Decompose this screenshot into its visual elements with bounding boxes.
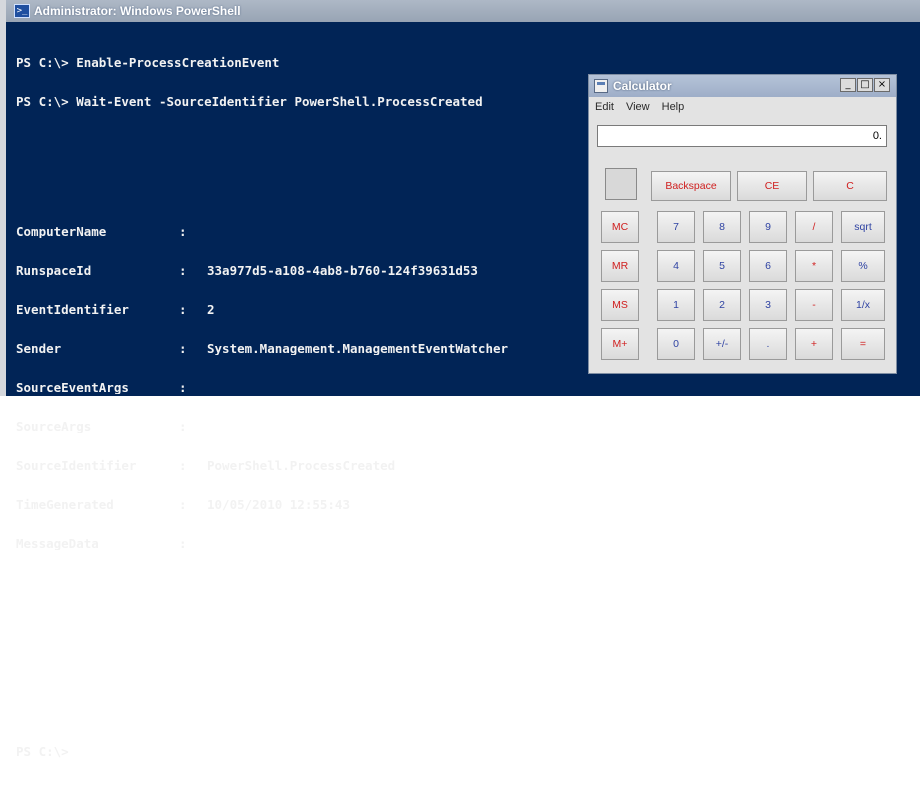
menu-view[interactable]: View <box>626 101 650 113</box>
property-separator: : <box>179 302 187 317</box>
digit-4-button[interactable]: 4 <box>657 250 695 282</box>
backspace-button[interactable]: Backspace <box>651 171 731 201</box>
equals-button[interactable]: = <box>841 328 885 360</box>
property-separator: : <box>179 341 187 356</box>
event-property-row: Sender : System.Management.ManagementEve… <box>16 342 596 355</box>
property-name: ComputerName <box>16 225 107 238</box>
property-value: System.Management.ManagementEventWatcher <box>207 342 509 355</box>
property-value: PowerShell.ProcessCreated <box>207 459 396 472</box>
percent-button[interactable]: % <box>841 250 885 282</box>
digit-8-button[interactable]: 8 <box>703 211 741 243</box>
digit-1-button[interactable]: 1 <box>657 289 695 321</box>
multiply-button[interactable]: * <box>795 250 833 282</box>
property-name: RunspaceId <box>16 264 92 277</box>
property-name: MessageData <box>16 537 99 550</box>
window-controls: _ □ × <box>839 78 890 92</box>
event-property-row: MessageData : <box>16 537 596 550</box>
calculator-display[interactable]: 0. <box>597 125 887 147</box>
property-name: TimeGenerated <box>16 498 114 511</box>
memory-recall-button[interactable]: MR <box>601 250 639 282</box>
property-value <box>207 537 596 550</box>
property-separator: : <box>179 497 187 512</box>
digit-2-button[interactable]: 2 <box>703 289 741 321</box>
command-line-1: PS C:\> Enable-ProcessCreationEvent <box>16 55 280 70</box>
decimal-point-button[interactable]: . <box>749 328 787 360</box>
powershell-titlebar[interactable]: >_ Administrator: Windows PowerShell <box>6 0 920 22</box>
property-separator: : <box>179 224 187 239</box>
close-button[interactable]: × <box>874 78 890 92</box>
property-value: 2 <box>207 303 215 316</box>
menu-edit[interactable]: Edit <box>595 101 614 113</box>
digit-5-button[interactable]: 5 <box>703 250 741 282</box>
event-property-row: SourceArgs : <box>16 420 596 433</box>
property-value <box>207 420 596 433</box>
digit-3-button[interactable]: 3 <box>749 289 787 321</box>
event-property-row: SourceIdentifier : PowerShell.ProcessCre… <box>16 459 596 472</box>
digit-6-button[interactable]: 6 <box>749 250 787 282</box>
sign-toggle-button[interactable]: +/- <box>703 328 741 360</box>
window-title: Administrator: Windows PowerShell <box>34 4 241 18</box>
property-separator: : <box>179 458 187 473</box>
property-separator: : <box>179 419 187 434</box>
event-property-row: RunspaceId : 33a977d5-a108-4ab8-b760-124… <box>16 264 596 277</box>
digit-9-button[interactable]: 9 <box>749 211 787 243</box>
property-name: SourceArgs <box>16 420 92 433</box>
calculator-window[interactable]: Calculator _ □ × Edit View Help 0. Backs… <box>588 74 897 374</box>
property-value <box>207 225 596 238</box>
calculator-icon <box>594 79 608 93</box>
clear-entry-button[interactable]: CE <box>737 171 807 201</box>
property-name: SourceEventArgs <box>16 381 129 394</box>
property-value <box>207 381 596 394</box>
calculator-titlebar[interactable]: Calculator _ □ × <box>589 75 896 97</box>
event-property-row: SourceEventArgs : <box>16 381 596 394</box>
divide-button[interactable]: / <box>795 211 833 243</box>
subtract-button[interactable]: - <box>795 289 833 321</box>
property-name: Sender <box>16 342 62 355</box>
calculator-menu-bar: Edit View Help <box>589 97 896 117</box>
event-property-row: ComputerName : <box>16 225 596 238</box>
menu-help[interactable]: Help <box>662 101 685 113</box>
property-name: EventIdentifier <box>16 303 129 316</box>
property-separator: : <box>179 263 187 278</box>
calculator-title: Calculator <box>613 79 672 93</box>
memory-clear-button[interactable]: MC <box>601 211 639 243</box>
clear-button[interactable]: C <box>813 171 887 201</box>
memory-store-button[interactable]: MS <box>601 289 639 321</box>
event-property-row: TimeGenerated : 10/05/2010 12:55:43 <box>16 498 596 511</box>
property-value: 10/05/2010 12:55:43 <box>207 498 350 511</box>
property-separator: : <box>179 380 187 395</box>
memory-indicator <box>605 168 637 200</box>
event-property-row: EventIdentifier : 2 <box>16 303 596 316</box>
powershell-icon: >_ <box>14 4 30 18</box>
digit-0-button[interactable]: 0 <box>657 328 695 360</box>
minimize-button[interactable]: _ <box>840 78 856 92</box>
sqrt-button[interactable]: sqrt <box>841 211 885 243</box>
reciprocal-button[interactable]: 1/x <box>841 289 885 321</box>
console-output[interactable]: PS C:\> Enable-ProcessCreationEvent PS C… <box>16 30 596 784</box>
property-value: 33a977d5-a108-4ab8-b760-124f39631d53 <box>207 264 478 277</box>
command-prompt[interactable]: PS C:\> <box>16 745 596 758</box>
digit-7-button[interactable]: 7 <box>657 211 695 243</box>
maximize-button[interactable]: □ <box>857 78 873 92</box>
property-separator: : <box>179 536 187 551</box>
command-line-2: PS C:\> Wait-Event -SourceIdentifier Pow… <box>16 94 483 109</box>
add-button[interactable]: + <box>795 328 833 360</box>
memory-add-button[interactable]: M+ <box>601 328 639 360</box>
property-name: SourceIdentifier <box>16 459 137 472</box>
